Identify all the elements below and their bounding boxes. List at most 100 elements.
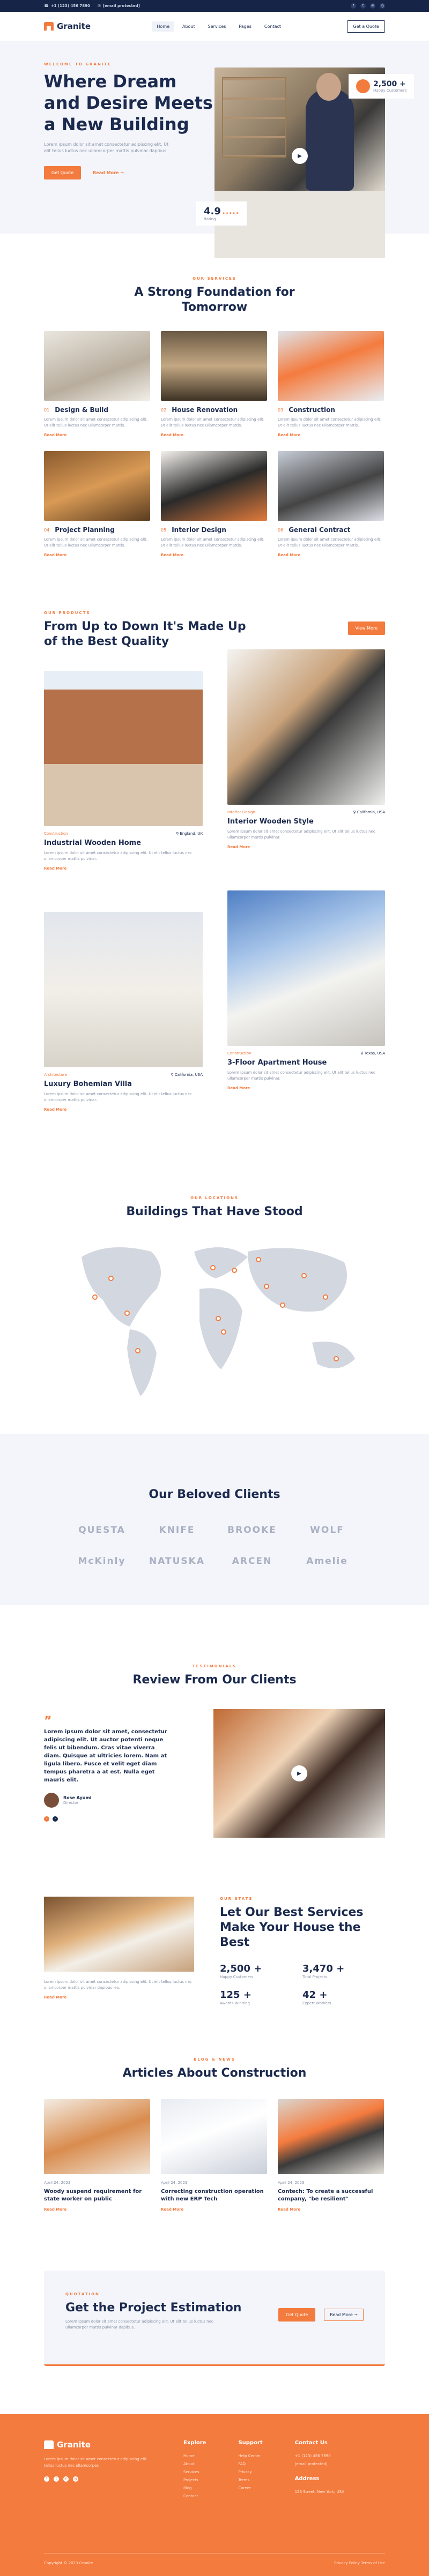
linkedin-icon[interactable]: in xyxy=(63,2476,69,2482)
blog-card[interactable]: April 24, 2023 Correcting construction op… xyxy=(161,2099,267,2212)
blog-card[interactable]: April 24, 2023 Woody suspend requirement … xyxy=(44,2099,150,2212)
service-card[interactable]: 05 Interior Design Lorem ipsum dolor sit a… xyxy=(161,451,267,557)
top-bar: ☎ +1 (123) 456 7890 ✉ [email protected] f … xyxy=(0,0,429,12)
services-title: A Strong Foundation for Tomorrow xyxy=(134,286,295,314)
project-card[interactable]: Architecture ⚲ California, USA Luxury Boh… xyxy=(44,912,203,1112)
read-more-link[interactable]: Read More xyxy=(227,845,385,849)
footer-link[interactable]: About xyxy=(183,2460,206,2468)
read-more-link[interactable]: Read More xyxy=(278,553,384,557)
nav-services[interactable]: Services xyxy=(203,21,231,32)
blog-section: BLOG & NEWS Articles About Construction xyxy=(0,2057,429,2081)
blog-card[interactable]: April 24, 2023 Contech: To create a succe… xyxy=(278,2099,384,2212)
read-more-link[interactable]: Read More xyxy=(44,1995,194,2000)
get-quote-button[interactable]: Get a Quote xyxy=(347,20,385,33)
phone-icon: ☎ xyxy=(44,4,49,8)
nav-about[interactable]: About xyxy=(177,21,200,32)
nav-contact[interactable]: Contact xyxy=(260,21,286,32)
facebook-icon[interactable]: f xyxy=(44,2476,49,2482)
footer-link[interactable]: Terms xyxy=(238,2476,262,2484)
footer-link[interactable]: Contact xyxy=(183,2492,206,2500)
nav-pages[interactable]: Pages xyxy=(234,21,256,32)
read-more-link[interactable]: Read More xyxy=(44,1107,203,1112)
client-logo[interactable]: Amelie xyxy=(290,1556,365,1567)
footer-link[interactable]: Help Center xyxy=(238,2452,262,2460)
project-card[interactable]: Construction ⚲ England, UK Industrial Woo… xyxy=(44,671,203,871)
read-more-link[interactable]: Read More xyxy=(44,2207,150,2212)
read-more-link[interactable]: Read More xyxy=(44,433,150,437)
phone-contact[interactable]: ☎ +1 (123) 456 7890 xyxy=(44,4,90,8)
stats-image xyxy=(44,1897,194,1972)
logo-icon xyxy=(44,22,54,31)
twitter-icon[interactable]: t xyxy=(54,2476,59,2482)
next-arrow-icon[interactable]: › xyxy=(53,1816,58,1822)
instagram-icon[interactable]: ig xyxy=(380,3,385,9)
brand-logo[interactable]: Granite xyxy=(44,21,91,31)
client-logo[interactable]: ARCEN xyxy=(214,1556,290,1567)
cta-read-more-button[interactable]: Read More → xyxy=(324,2309,364,2321)
projects-section: OUR PRODUCTS From Up to Down It's Made U… xyxy=(0,611,429,649)
footer-link[interactable]: Home xyxy=(183,2452,206,2460)
service-card[interactable]: 06 General Contract Lorem ipsum dolor sit … xyxy=(278,451,384,557)
twitter-icon[interactable]: t xyxy=(360,3,366,9)
hero-read-more-link[interactable]: Read More → xyxy=(93,170,124,175)
client-logo[interactable]: KNIFE xyxy=(139,1525,214,1536)
stat-item: 125 + Awards Winning xyxy=(220,1989,252,2005)
footer-link[interactable]: Career xyxy=(238,2484,262,2492)
locations-section: OUR LOCATIONS Buildings That Have Stood xyxy=(0,1196,429,1219)
service-card[interactable]: 04 Project Planning Lorem ipsum dolor sit … xyxy=(44,451,150,557)
location-icon: ⚲ England, UK xyxy=(176,832,203,836)
project-card[interactable]: Construction ⚲ Texas, USA 3-Floor Apartme… xyxy=(227,890,385,1090)
hero-quote-button[interactable]: Get Quote xyxy=(44,166,82,179)
client-logo[interactable]: BROOKE xyxy=(214,1525,290,1536)
read-more-link[interactable]: Read More xyxy=(44,866,203,871)
client-logo[interactable]: NATUSKA xyxy=(139,1556,214,1567)
hero-text: Lorem ipsum dolor sit amet consectetur a… xyxy=(44,142,169,153)
view-more-button[interactable]: View More xyxy=(347,621,385,635)
service-card[interactable]: 02 House Renovation Lorem ipsum dolor sit … xyxy=(161,331,267,437)
avatar xyxy=(44,1793,59,1808)
service-card[interactable]: 01 Design & Build Lorem ipsum dolor sit am… xyxy=(44,331,150,437)
location-icon: ⚲ Texas, USA xyxy=(360,1051,385,1055)
footer-logo[interactable]: Granite xyxy=(44,2440,151,2450)
read-more-link[interactable]: Read More xyxy=(278,2207,384,2212)
client-logo[interactable]: WOLF xyxy=(290,1525,365,1536)
nav-links: Home About Services Pages Contact xyxy=(152,21,286,32)
testimonial-image: ▶ xyxy=(213,1709,385,1838)
cta-quote-button[interactable]: Get Quote xyxy=(278,2308,316,2322)
instagram-icon[interactable]: ig xyxy=(73,2476,78,2482)
location-icon: ⚲ California, USA xyxy=(171,1073,203,1077)
play-video-icon[interactable]: ▶ xyxy=(292,148,308,164)
services-section: OUR SERVICES A Strong Foundation for Tom… xyxy=(134,276,295,314)
read-more-link[interactable]: Read More xyxy=(161,2207,267,2212)
email-contact[interactable]: ✉ [email protected] xyxy=(98,4,140,8)
legal-links[interactable]: Privacy Policy Terms of Use xyxy=(334,2561,385,2565)
read-more-link[interactable]: Read More xyxy=(44,553,150,557)
linkedin-icon[interactable]: in xyxy=(370,3,375,9)
testimonial-section: TESTIMONIALS Review From Our Clients xyxy=(0,1664,429,1688)
read-more-link[interactable]: Read More xyxy=(278,433,384,437)
footer: Granite Lorem ipsum dolor sit amet conse… xyxy=(0,2414,429,2576)
world-map xyxy=(44,1235,385,1402)
footer-link[interactable]: FAQ xyxy=(238,2460,262,2468)
locations-title: Buildings That Have Stood xyxy=(126,1205,303,1218)
prev-arrow-icon[interactable]: ‹ xyxy=(44,1816,49,1822)
play-video-icon[interactable]: ▶ xyxy=(291,1765,307,1781)
blog-title: Articles About Construction xyxy=(122,2066,307,2080)
facebook-icon[interactable]: f xyxy=(351,3,356,9)
rating-card: 4.9 ★★★★★ Rating xyxy=(196,201,247,226)
read-more-link[interactable]: Read More xyxy=(161,433,267,437)
footer-link[interactable]: Blog xyxy=(183,2484,206,2492)
footer-link[interactable]: Projects xyxy=(183,2476,206,2484)
read-more-link[interactable]: Read More xyxy=(161,553,267,557)
testimonial-title: Review From Our Clients xyxy=(132,1673,297,1687)
client-logo[interactable]: QUESTA xyxy=(64,1525,139,1536)
footer-link[interactable]: Services xyxy=(183,2468,206,2476)
client-logo[interactable]: McKinly xyxy=(64,1556,139,1567)
footer-link[interactable]: Privacy xyxy=(238,2468,262,2476)
clients-section: Our Beloved Clients QUESTA KNIFE BROOKE … xyxy=(0,1434,429,1605)
project-card[interactable]: Interior Design ⚲ California, USA Interio… xyxy=(227,649,385,849)
read-more-link[interactable]: Read More xyxy=(227,1086,385,1090)
service-card[interactable]: 03 Construction Lorem ipsum dolor sit amet… xyxy=(278,331,384,437)
nav-home[interactable]: Home xyxy=(152,21,174,32)
stat-item: 3,470 + Total Projects xyxy=(302,1963,345,1979)
